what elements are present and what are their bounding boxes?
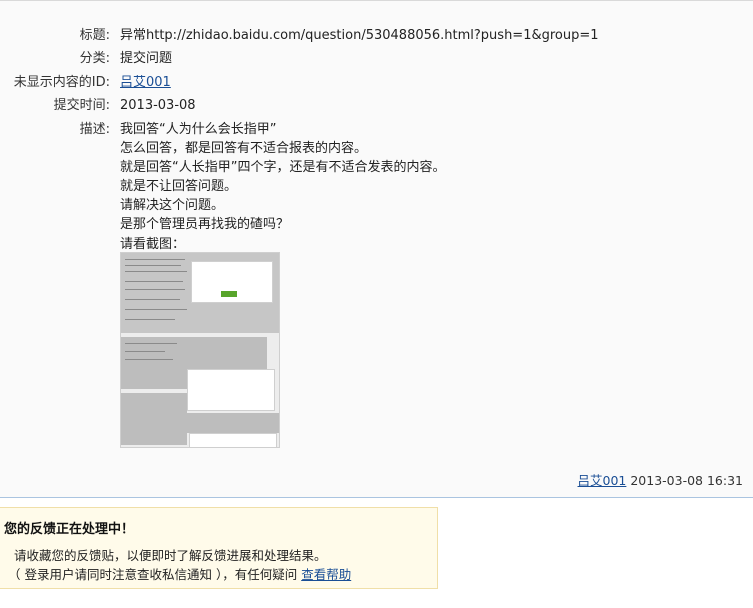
attached-screenshot-thumbnail[interactable] (120, 252, 280, 448)
screenshot-text-line (125, 351, 165, 352)
screenshot-text-line (125, 281, 183, 282)
screenshot-text-line (125, 271, 187, 272)
help-link[interactable]: 查看帮助 (301, 567, 351, 582)
feedback-status-notice: 您的反馈正在处理中！ 请收藏您的反馈贴，以便即时了解反馈进展和处理结果。 （ 登… (0, 507, 438, 589)
category-value: 提交问题 (120, 51, 173, 66)
screenshot-text-line (125, 259, 185, 260)
author-link[interactable]: 吕艾001 (578, 473, 627, 488)
hidden-id-row: 未显示内容的ID: 吕艾001 (0, 73, 753, 93)
notice-line: 请收藏您的反馈贴，以便即时了解反馈进展和处理结果。 (14, 548, 327, 563)
screenshot-text-line (125, 343, 177, 344)
screenshot-text-line (125, 265, 181, 266)
title-label: 标题: (79, 28, 110, 43)
submit-time-value: 2013-03-08 (120, 98, 196, 113)
title-row: 标题: 异常http://zhidao.baidu.com/question/5… (0, 26, 753, 46)
notice-title: 您的反馈正在处理中！ (4, 522, 135, 537)
hidden-id-value: 吕艾001 (120, 73, 171, 93)
post-meta: 吕艾001 2013-03-08 16:31 (578, 470, 743, 489)
description-line: 怎么回答，都是回答有不适合报表的内容。 (120, 141, 368, 157)
category-label: 分类: (79, 51, 110, 66)
screenshot-text-line (125, 289, 185, 290)
description-label: 描述: (79, 122, 110, 137)
description-line: 是那个管理员再找我的碴吗？ (120, 217, 290, 233)
screenshot-dialog (189, 433, 277, 447)
notice-line-help: （ 登录用户请同时注意查收私信通知 ），有任何疑问 查看帮助 (8, 564, 351, 583)
hidden-id-label: 未显示内容的ID: (13, 75, 110, 90)
screenshot-text-line (125, 299, 180, 300)
submit-time-row: 提交时间: 2013-03-08 (0, 96, 753, 116)
screenshot-dialog (187, 369, 275, 411)
description-line: 我回答“人为什么会长指甲” (120, 122, 277, 137)
description-line: 请解决这个问题。 (120, 198, 225, 214)
category-row: 分类: 提交问题 (0, 49, 753, 69)
notice-line2-text: （ 登录用户请同时注意查收私信通知 ），有任何疑问 (8, 567, 298, 582)
screenshot-text-line (125, 309, 187, 310)
description-line: 就是不让回答问题。 (120, 179, 238, 195)
title-value: 异常http://zhidao.baidu.com/question/53048… (120, 28, 599, 43)
section-divider (0, 497, 753, 498)
submit-time-label: 提交时间: (53, 98, 110, 113)
top-divider (0, 0, 753, 1)
screenshot-text-line (125, 319, 175, 320)
screenshot-gray-block (187, 413, 279, 433)
screenshot-gray-block (121, 393, 187, 445)
description-text: 我回答“人为什么会长指甲” 怎么回答，都是回答有不适合报表的内容。 就是回答“人… (120, 120, 445, 254)
description-line: 就是回答“人长指甲”四个字，还是有不适合发表的内容。 (120, 160, 446, 176)
post-timestamp: 2013-03-08 16:31 (630, 473, 743, 488)
hidden-id-link[interactable]: 吕艾001 (120, 75, 171, 90)
screenshot-green-button (221, 291, 237, 297)
screenshot-text-line (125, 359, 173, 360)
description-line: 请看截图： (120, 236, 186, 252)
